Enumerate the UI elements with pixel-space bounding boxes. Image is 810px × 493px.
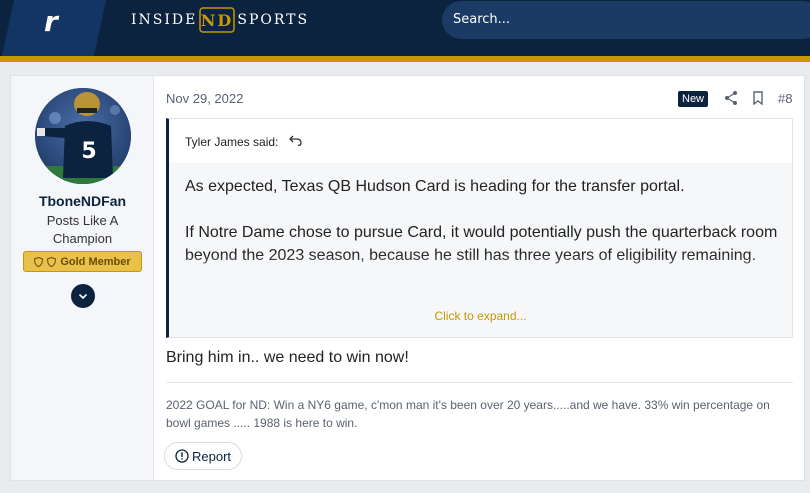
chevron-down-icon	[78, 293, 88, 300]
quote-paragraph: As expected, Texas QB Hudson Card is hea…	[185, 178, 685, 195]
reply-arrow-icon[interactable]	[289, 133, 303, 147]
post-date[interactable]: Nov 29, 2022	[166, 91, 243, 106]
shield-icon	[34, 256, 44, 267]
gold-member-badge: Gold Member	[23, 251, 142, 272]
user-signature: 2022 GOAL for ND: Win a NY6 game, c'mon …	[166, 382, 793, 432]
search-placeholder: Search...	[453, 12, 511, 27]
new-badge: New	[678, 91, 709, 107]
report-label: Report	[191, 448, 232, 464]
nd-monogram-icon: ND	[199, 7, 236, 33]
avatar[interactable]: 5	[35, 88, 131, 184]
user-info-column: 5 TboneNDFan Posts Like A Champion Gold …	[11, 76, 154, 480]
badge-label: Gold Member	[60, 255, 131, 268]
forum-post: 5 TboneNDFan Posts Like A Champion Gold …	[10, 75, 805, 481]
avatar-jersey-number: 5	[81, 139, 96, 164]
site-logo[interactable]: INSIDE ND SPORTS	[131, 6, 309, 34]
site-logo-monogram: ND	[201, 11, 234, 30]
report-button[interactable]: Report	[164, 442, 242, 470]
quote-block: Tyler James said: As expected, Texas QB …	[166, 118, 793, 338]
avatar-image: 5	[35, 88, 131, 184]
expand-user-info-button[interactable]	[71, 284, 95, 308]
post-number-link[interactable]: #8	[778, 91, 792, 106]
share-icon[interactable]	[724, 90, 738, 106]
quote-fade-overlay	[169, 253, 792, 303]
click-to-expand-link[interactable]: Click to expand...	[169, 309, 792, 323]
user-title: Posts Like A Champion	[46, 213, 119, 246]
site-header: r INSIDE ND SPORTS Search...	[0, 0, 810, 56]
header-accent-bar	[0, 56, 810, 62]
bookmark-icon[interactable]	[752, 91, 764, 105]
site-logo-right: SPORTS	[237, 12, 310, 28]
quote-author: Tyler James said:	[185, 135, 279, 149]
site-logo-left: INSIDE	[131, 12, 198, 28]
rivals-logo[interactable]: r	[44, 5, 58, 38]
post-body: Bring him in.. we need to win now!	[166, 349, 409, 366]
quote-header: Tyler James said:	[169, 119, 792, 163]
shield-icon	[47, 256, 57, 267]
report-icon	[175, 449, 189, 463]
search-input[interactable]: Search...	[442, 1, 810, 39]
username[interactable]: TboneNDFan	[11, 193, 154, 209]
